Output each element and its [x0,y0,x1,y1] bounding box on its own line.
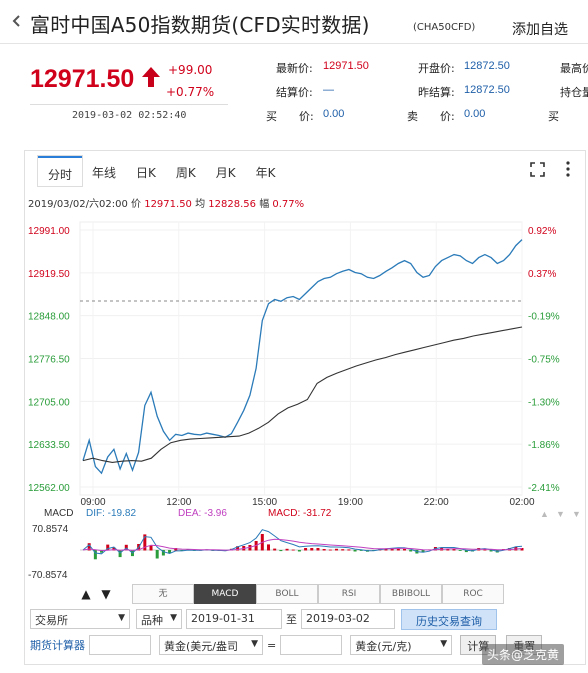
tab-weekly-k[interactable]: 周K [166,156,206,186]
settle-label: 结算价: [276,86,313,99]
tab-daily-k[interactable]: 日K [126,156,166,186]
calc-unit-from-select[interactable]: 黄金(美元/盎司 ▼ [159,635,263,655]
calculator-row: 期货计算器 黄金(美元/盎司 ▼ = 黄金(元/克) ▼ 计算 重置 [30,634,543,656]
start-date-input[interactable]: 2019-01-31 [186,609,282,629]
indicator-macd[interactable]: MACD [194,584,256,604]
unit-from-value: 黄金(美元/盎司 [164,640,238,653]
info-amp: 0.77% [272,199,305,210]
info-amp-label: 幅 [259,199,270,210]
divider [30,104,228,105]
quote-time: 2019-03-02 02:52:40 [72,110,187,121]
price-change: +99.00 [168,63,213,77]
indicator-boll[interactable]: BOLL [256,584,318,604]
indicator-bar: ▲ ▼ 无 MACD BOLL RSI BBIBOLL ROC [76,584,504,606]
page-title: 富时中国A50指数期货(CFD实时数据) [12,9,370,38]
exchange-select[interactable]: 交易所 ▼ [30,609,130,629]
calc-result-input[interactable] [280,635,343,655]
variety-value: 品种 [141,614,163,627]
expand-icon[interactable] [530,162,545,177]
tab-intraday[interactable]: 分时 [38,156,83,186]
scroll-up-button[interactable]: ▲ [76,584,96,604]
up-arrow-icon [142,67,160,87]
info-price: 12971.50 [144,199,192,210]
open-label: 开盘价: [418,62,455,75]
instrument-code: (CHA50CFD) [413,22,476,33]
buy2-label: 买 [548,110,559,123]
more-vertical-icon[interactable] [565,160,571,178]
tab-monthly-k[interactable]: 月K [206,156,246,186]
current-price: 12971.50 [30,65,135,93]
indicator-none[interactable]: 无 [132,584,194,604]
end-date-input[interactable]: 2019-03-02 [301,609,395,629]
history-query-row: 交易所 ▼ 品种 ▼ 2019-01-31 至 2019-03-02 历史交易查… [30,608,497,630]
latest-label: 最新价: [276,62,313,75]
exchange-value: 交易所 [35,614,68,627]
back-icon[interactable] [12,15,22,27]
futures-calculator-label: 期货计算器 [30,639,85,652]
watermark: 头条@芝克黄 [482,644,565,665]
info-avg: 12828.56 [208,199,257,210]
indicator-rsi[interactable]: RSI [318,584,380,604]
history-query-button[interactable]: 历史交易查询 [401,608,497,630]
info-avg-label: 均 [195,199,206,210]
date-to-label: 至 [286,613,297,626]
title-text: 富时中国A50指数期货(CFD实时数据) [30,13,370,37]
calc-unit-to-select[interactable]: 黄金(元/克) ▼ [350,635,453,655]
info-price-label: 价 [131,199,142,210]
hold-label: 持仓量 [560,86,588,99]
indicator-roc[interactable]: ROC [442,584,504,604]
page-header: 富时中国A50指数期货(CFD实时数据) (CHA50CFD) 添加自选 [0,0,588,44]
sell-label: 卖 价: [407,110,455,123]
chevron-down-icon: ▼ [170,613,177,623]
prev-settle-value: 12872.50 [464,84,510,96]
chevron-down-icon: ▼ [118,613,125,623]
unit-to-value: 黄金(元/克) [355,640,412,653]
scroll-down-button[interactable]: ▼ [96,584,116,604]
indicator-bbiboll[interactable]: BBIBOLL [380,584,442,604]
prev-settle-label: 昨结算: [418,86,455,99]
high-label: 最高价 [560,62,588,75]
buy-value: 0.00 [323,108,345,120]
equals-label: = [267,638,277,652]
variety-select[interactable]: 品种 ▼ [136,609,182,629]
chevron-down-icon: ▼ [251,639,258,649]
latest-value: 12971.50 [323,60,369,72]
price-change-pct: +0.77% [166,85,215,99]
calc-amount-input[interactable] [89,635,151,655]
period-tabs: 分时 年线 日K 周K 月K 年K [38,156,286,186]
open-value: 12872.50 [464,60,510,72]
tab-yearly-k[interactable]: 年K [246,156,286,186]
tab-year-line[interactable]: 年线 [82,156,126,186]
sell-value: 0.00 [464,108,486,120]
buy-label: 买 价: [266,110,314,123]
info-date: 2019/03/02/六02:00 [28,199,128,210]
settle-value: — [323,84,334,96]
chart-info-line: 2019/03/02/六02:00 价 12971.50 均 12828.56 … [28,195,304,210]
chevron-down-icon: ▼ [440,639,448,649]
add-favorite-button[interactable]: 添加自选 [512,19,568,39]
